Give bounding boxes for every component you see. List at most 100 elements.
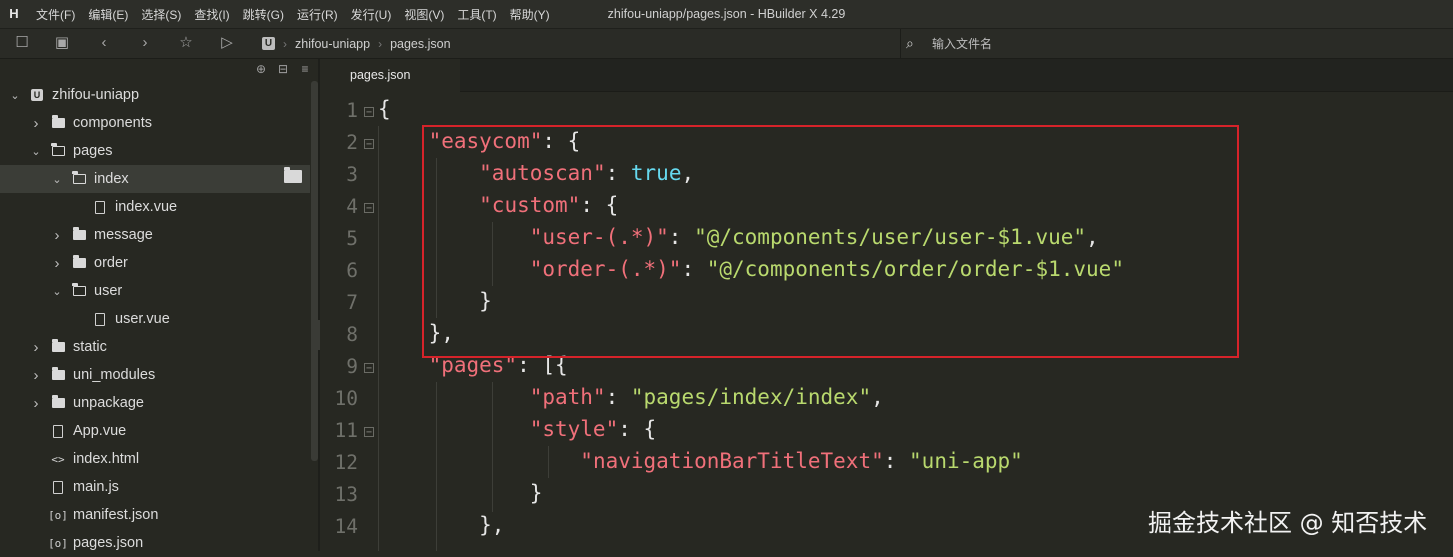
explorer-menu-icon[interactable]: ≡ xyxy=(297,61,313,77)
star-icon[interactable]: ☆ xyxy=(176,33,196,53)
folder-icon[interactable] xyxy=(284,167,302,184)
locate-file-icon[interactable]: ⊕ xyxy=(253,61,269,77)
menu-select[interactable]: 选择(S) xyxy=(141,6,181,23)
chevron-right-icon[interactable]: › xyxy=(29,395,43,412)
chevron-right-icon[interactable]: › xyxy=(29,339,43,356)
menu-run[interactable]: 运行(R) xyxy=(297,6,338,23)
chevron-down-icon[interactable]: ⌄ xyxy=(50,285,64,298)
tree-item-label: static xyxy=(73,339,107,355)
tree-item[interactable]: main.js xyxy=(0,473,310,501)
collapse-all-icon[interactable]: ⊟ xyxy=(275,61,291,77)
tree-item-label: components xyxy=(73,115,152,131)
chevron-down-icon[interactable]: ⌄ xyxy=(8,89,22,102)
chevron-down-icon[interactable]: ⌄ xyxy=(29,145,43,158)
folder-icon xyxy=(72,255,86,270)
menu-publish[interactable]: 发行(U) xyxy=(351,6,392,23)
tree-item[interactable]: <> index.html xyxy=(0,445,310,473)
breadcrumb-separator-icon: › xyxy=(378,36,383,51)
tree-item[interactable]: › unpackage xyxy=(0,389,310,417)
menu-view[interactable]: 视图(V) xyxy=(404,6,444,23)
folder-open-icon xyxy=(72,171,86,186)
line-number: 7 xyxy=(346,291,358,314)
tree-item[interactable]: › uni_modules xyxy=(0,361,310,389)
folder-icon xyxy=(72,227,86,242)
file-icon xyxy=(93,200,107,214)
tree-item[interactable]: [o] pages.json xyxy=(0,529,310,557)
fold-toggle-icon[interactable]: − xyxy=(364,427,374,438)
line-number: 14 xyxy=(334,515,358,538)
menu-bar: 文件(F) 编辑(E) 选择(S) 查找(I) 跳转(G) 运行(R) 发行(U… xyxy=(36,0,550,28)
sidebar-scrollbar[interactable] xyxy=(311,81,318,461)
chevron-down-icon[interactable]: ⌄ xyxy=(50,173,64,186)
code-line: "navigationBarTitleText": "uni-app" xyxy=(580,449,1023,473)
line-number: 9 xyxy=(346,355,358,378)
line-number: 10 xyxy=(334,387,358,410)
menu-tools[interactable]: 工具(T) xyxy=(457,6,496,23)
tree-item[interactable]: ⌄ pages xyxy=(0,137,310,165)
fold-toggle-icon[interactable]: − xyxy=(364,363,374,374)
fold-toggle-icon[interactable]: − xyxy=(364,107,374,118)
tree-item-label: index.vue xyxy=(115,199,178,215)
tree-item[interactable]: index.vue xyxy=(0,193,310,221)
line-number: 4 xyxy=(346,195,358,218)
forward-icon[interactable]: › xyxy=(135,33,155,53)
tree-item[interactable]: › message xyxy=(0,221,310,249)
explorer-header xyxy=(0,59,318,81)
tree-item-label: manifest.json xyxy=(73,507,159,523)
code-line: { xyxy=(378,97,391,121)
line-number: 1 xyxy=(346,99,358,122)
code-line: "style": { xyxy=(529,417,657,441)
menu-find[interactable]: 查找(I) xyxy=(194,6,229,23)
tree-item-label: user.vue xyxy=(115,311,170,327)
tree-item[interactable]: [o] manifest.json xyxy=(0,501,310,529)
tree-item-label: main.js xyxy=(73,479,119,495)
chevron-right-icon[interactable]: › xyxy=(29,115,43,132)
save-icon[interactable]: ▣ xyxy=(52,33,72,53)
run-icon[interactable]: ▷ xyxy=(217,33,237,53)
tree-item[interactable]: user.vue xyxy=(0,305,310,333)
folder-icon xyxy=(51,115,65,130)
tree-item[interactable]: App.vue xyxy=(0,417,310,445)
chevron-right-icon[interactable]: › xyxy=(50,227,64,244)
highlight-box xyxy=(422,125,1239,358)
folder-icon xyxy=(51,367,65,382)
breadcrumb-separator-icon: › xyxy=(283,36,287,51)
tree-item-label: pages.json xyxy=(73,535,144,551)
folder-icon xyxy=(51,395,65,410)
folder-open-icon xyxy=(51,143,65,158)
menu-help[interactable]: 帮助(Y) xyxy=(510,6,550,23)
file-icon xyxy=(93,312,107,326)
file-search-input[interactable] xyxy=(930,33,1234,55)
tree-item-label: pages xyxy=(73,143,113,159)
folder-open-icon xyxy=(72,283,86,298)
chevron-right-icon[interactable]: › xyxy=(50,255,64,272)
chevron-right-icon[interactable]: › xyxy=(29,367,43,384)
code-line: "path": "pages/index/index", xyxy=(529,385,884,409)
tab-pages-json[interactable]: pages.json xyxy=(320,59,460,92)
menu-file[interactable]: 文件(F) xyxy=(36,6,75,23)
fold-toggle-icon[interactable]: − xyxy=(364,139,374,150)
breadcrumb-file[interactable]: pages.json xyxy=(390,37,450,51)
project-badge-icon: U xyxy=(262,37,275,50)
line-number: 5 xyxy=(346,227,358,250)
tree-item[interactable]: › components xyxy=(0,109,310,137)
breadcrumb-project[interactable]: zhifou-uniapp xyxy=(295,37,370,51)
menu-edit[interactable]: 编辑(E) xyxy=(88,6,128,23)
tree-item[interactable]: › static xyxy=(0,333,310,361)
html-file-icon: <> xyxy=(51,452,65,466)
line-number: 12 xyxy=(334,451,358,474)
search-icon: ⌕ xyxy=(906,35,914,51)
new-file-icon[interactable]: ☐ xyxy=(12,33,32,53)
json-file-icon: [o] xyxy=(48,508,68,522)
tree-item[interactable]: ⌄ index xyxy=(0,165,310,193)
tree-item[interactable]: ⌄ Uzhifou-uniapp xyxy=(0,81,310,109)
tree-item[interactable]: › order xyxy=(0,249,310,277)
line-number: 3 xyxy=(346,163,358,186)
file-icon xyxy=(51,480,65,494)
line-number: 8 xyxy=(346,323,358,346)
fold-toggle-icon[interactable]: − xyxy=(364,203,374,214)
tree-item-label: order xyxy=(94,255,128,271)
back-icon[interactable]: ‹ xyxy=(94,33,114,53)
menu-goto[interactable]: 跳转(G) xyxy=(243,6,284,23)
tree-item[interactable]: ⌄ user xyxy=(0,277,310,305)
